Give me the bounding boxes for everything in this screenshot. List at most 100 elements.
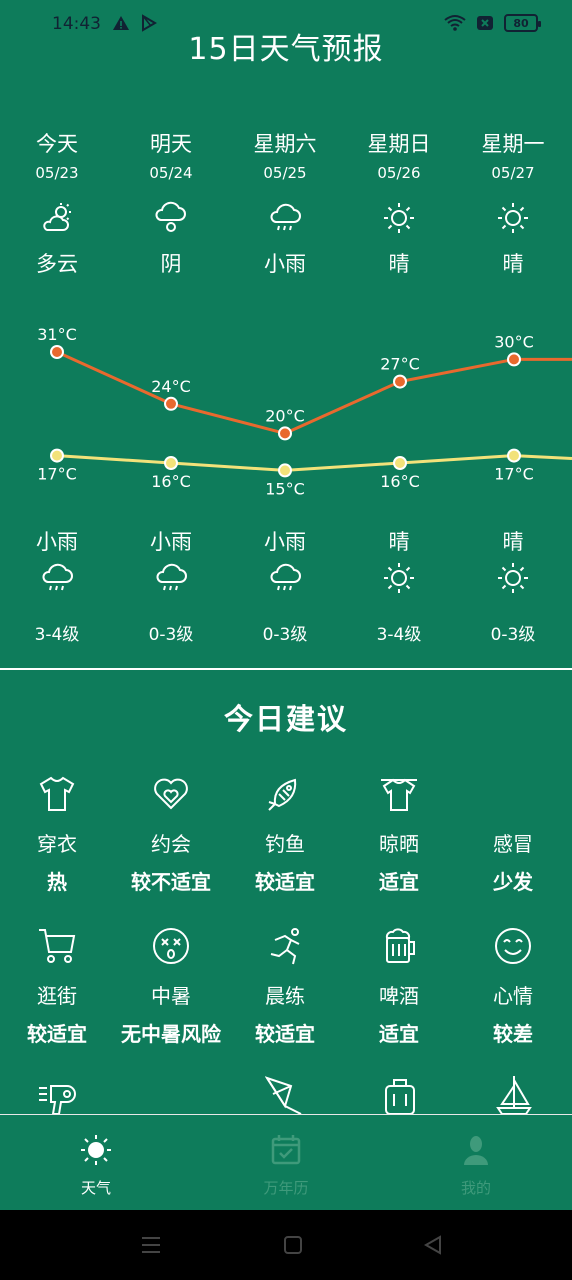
- high-temp-point: [164, 396, 178, 411]
- heart-icon: [154, 778, 188, 810]
- advice-name: 晾晒: [379, 832, 419, 856]
- low-temp-point: [164, 456, 178, 470]
- nav-label: 万年历: [263, 1179, 309, 1197]
- user-icon: [464, 1136, 488, 1165]
- sun-icon: [384, 563, 414, 593]
- high-temp-label: 24°C: [151, 377, 191, 396]
- low-temp-point: [393, 456, 407, 470]
- advice-value: 较不适宜: [131, 870, 211, 894]
- beer-icon: [385, 928, 415, 963]
- low-temp-point: [278, 463, 292, 478]
- nav-label: 我的: [460, 1179, 491, 1197]
- day-date: 05/27: [491, 164, 535, 182]
- day-weather: 晴: [388, 252, 410, 276]
- nav-calendar[interactable]: 万年历: [226, 1133, 346, 1198]
- home-icon[interactable]: [282, 1234, 304, 1256]
- wind-level: 3-4级: [34, 625, 80, 645]
- low-temp-label: 17°C: [494, 465, 534, 484]
- day-date: 05/23: [35, 164, 79, 182]
- day-name: 星期日: [367, 132, 431, 156]
- high-temp-label: 31°C: [37, 325, 77, 344]
- overcast-icon: [155, 201, 186, 232]
- smile-icon: [495, 928, 531, 964]
- advice-name: 穿衣: [37, 832, 77, 856]
- high-temp-line: [56, 350, 572, 435]
- low-temp-label: 16°C: [380, 472, 420, 491]
- wind-level: 3-4级: [376, 625, 422, 645]
- high-temp-point: [50, 345, 64, 359]
- fish-icon: [268, 778, 297, 811]
- advice-value: 适宜: [379, 870, 419, 894]
- advice-name: 啤酒: [379, 984, 419, 1008]
- tshirt-icon: [39, 776, 75, 811]
- day-date: 05/24: [149, 164, 193, 182]
- advice-value: 适宜: [379, 1022, 419, 1046]
- nav-label: 天气: [80, 1179, 111, 1197]
- low-temp-point: [50, 448, 64, 463]
- partly-cloudy-icon: [43, 203, 71, 231]
- advice-name: 约会: [151, 832, 191, 856]
- day-date: 05/25: [263, 164, 307, 182]
- advice-value: 较差: [493, 1022, 533, 1046]
- night-weather: 晴: [502, 530, 524, 554]
- wind-level: 0-3级: [490, 625, 536, 645]
- advice-value: 较适宜: [255, 1022, 315, 1046]
- system-nav-bar: [0, 1210, 572, 1280]
- sun-icon: [498, 563, 528, 593]
- advice-value: 较适宜: [255, 870, 315, 894]
- luggage-icon: [385, 1079, 415, 1114]
- section-divider: [0, 668, 572, 670]
- sailboat-icon: [496, 1076, 532, 1114]
- advice-name: 晨练: [265, 984, 305, 1008]
- day-weather: 小雨: [264, 252, 306, 276]
- night-weather: 小雨: [150, 530, 192, 554]
- day-name: 星期一: [481, 132, 545, 156]
- cart-icon: [39, 929, 76, 963]
- drying-shirt-icon: [381, 778, 417, 811]
- high-temp-label: 30°C: [494, 332, 534, 351]
- sun-icon: [81, 1135, 111, 1165]
- advice-value: 少发: [493, 870, 533, 894]
- high-temp-point: [507, 352, 521, 367]
- high-temp-point: [393, 374, 407, 389]
- low-temp-label: 15°C: [265, 479, 305, 498]
- advice-name: 逛街: [37, 984, 77, 1008]
- kite-icon: [265, 1076, 302, 1114]
- calendar-icon: [271, 1135, 301, 1165]
- temperature-chart: 31°C 24°C 20°C 27°C 30°C 17°C 16°C 15°C 16°C 17°C: [37, 325, 572, 498]
- advice-value: 无中暑风险: [121, 1022, 221, 1046]
- low-temp-label: 17°C: [37, 465, 77, 484]
- wind-level: 0-3级: [262, 625, 308, 645]
- advice-title: 今日建议: [223, 702, 348, 736]
- rain-icon: [156, 563, 187, 591]
- runner-icon: [270, 928, 300, 965]
- page-title: 15日天气预报: [188, 32, 384, 67]
- sun-icon: [498, 203, 528, 233]
- day-weather: 阴: [160, 252, 182, 276]
- advice-value: 热: [47, 870, 67, 894]
- hairdryer-icon: [39, 1085, 76, 1114]
- day-weather: 多云: [36, 252, 78, 276]
- advice-name: 中暑: [151, 984, 191, 1008]
- day-name: 星期六: [253, 132, 317, 156]
- night-weather: 小雨: [264, 530, 306, 554]
- high-temp-point: [278, 426, 292, 441]
- rain-icon: [42, 563, 73, 591]
- bottom-nav: 天气 万年历 我的: [0, 1114, 572, 1210]
- high-temp-label: 27°C: [380, 355, 420, 374]
- wind-level: 0-3级: [148, 625, 194, 645]
- advice-value: 较适宜: [27, 1022, 87, 1046]
- dizzy-face-icon: [153, 928, 189, 964]
- menu-icon[interactable]: [140, 1234, 162, 1256]
- rain-icon: [270, 563, 301, 591]
- advice-name: 钓鱼: [265, 832, 305, 856]
- day-name: 今天: [36, 132, 78, 156]
- nav-weather[interactable]: 天气: [36, 1133, 156, 1198]
- sun-icon: [384, 203, 414, 233]
- night-weather: 小雨: [36, 530, 78, 554]
- advice-name: 心情: [493, 984, 533, 1008]
- back-icon[interactable]: [422, 1234, 444, 1256]
- nav-mine[interactable]: 我的: [416, 1133, 536, 1198]
- advice-name: 感冒: [493, 832, 533, 856]
- low-temp-label: 16°C: [151, 472, 191, 491]
